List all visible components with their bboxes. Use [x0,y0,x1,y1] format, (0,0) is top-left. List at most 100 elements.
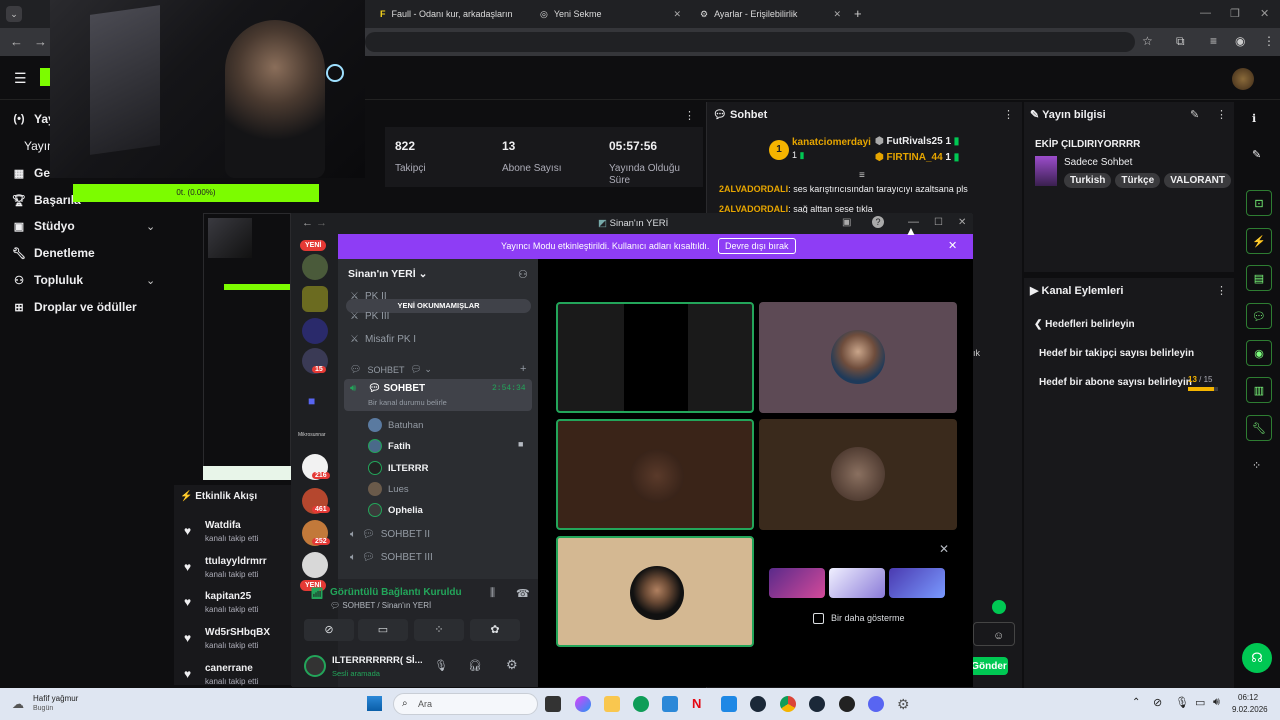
rail-apps-icon[interactable]: ⁘ [1252,459,1261,472]
task-view-icon[interactable] [545,696,561,712]
voice-member[interactable]: Fatih [368,439,411,453]
nav-studio[interactable]: ▣ Stüdyo [12,219,75,233]
nav-moderation[interactable]: 🔧︎ Denetleme [12,246,95,260]
close-tab-icon[interactable]: ✕ [673,9,681,20]
server-icon[interactable] [302,552,328,578]
rail-focus-icon[interactable]: ⊡ [1246,190,1272,216]
actions-kebab-icon[interactable]: ⋮ [1216,284,1227,297]
chrome-icon[interactable] [780,696,796,712]
discord-inbox-icon[interactable]: ▣ [842,217,851,228]
info-icon[interactable]: ℹ [1252,112,1256,125]
edit-info-icon[interactable]: ✎ [1190,108,1199,121]
folder-icon[interactable]: ■ [308,394,315,408]
sub-goal-item[interactable]: Hedef bir abone sayısı belirleyin [1039,377,1192,388]
restore-window-icon[interactable]: ❐ [1230,7,1240,20]
video-tile[interactable] [556,419,754,530]
video-tile[interactable] [759,302,957,413]
tray-volume-icon[interactable]: 🔊︎ [1213,696,1220,709]
rail-wrench-icon[interactable]: 🔧︎ [1246,415,1272,441]
discord-forward-icon[interactable]: → [316,217,327,229]
channel-status-hint[interactable]: Bir kanal durumu belirle [368,398,447,407]
voice-status[interactable]: Görüntülü Bağlantı Kuruldu [330,587,462,598]
disconnect-icon[interactable]: ☎ [516,587,530,600]
discord-help-icon[interactable]: ? [872,216,884,228]
add-channel-icon[interactable]: + [520,363,526,375]
tab-settings[interactable]: ⚙ Ayarlar - Erişilebilirlik ✕ [692,4,847,24]
tray-chevron-icon[interactable]: ⌃ [1132,697,1140,708]
discord-icon[interactable] [868,696,884,712]
tag[interactable]: VALORANT [1164,173,1231,188]
chat-input[interactable] [973,622,1015,646]
media-controls-icon[interactable]: ≡ [1210,34,1217,48]
chevron-down-icon[interactable]: ⌄ [146,220,155,233]
stream-category[interactable]: Sadece Sohbet [1064,157,1132,168]
screen-share-button[interactable]: ▭ [358,619,408,641]
microphone-icon[interactable]: 🎙︎ [434,659,448,672]
edge-icon[interactable] [633,696,649,712]
bookmark-star-icon[interactable]: ☆ [1142,34,1153,48]
user-avatar[interactable] [304,655,326,677]
windows-start-icon[interactable] [367,696,382,711]
channel-category[interactable]: 💬︎ SOHBET 💬︎ ⌄ [350,364,432,375]
discord-maximize-icon[interactable]: ☐ [934,217,943,228]
profile-icon[interactable]: ◉ [1235,34,1245,48]
disable-streamer-mode-button[interactable]: Devre dışı bırak [718,238,796,254]
camera-off-button[interactable]: ⊘ [304,619,354,641]
gifter-1[interactable]: ⬢ FutRivals25 1 ▮ [875,136,959,147]
rail-doc-icon[interactable]: ▤ [1246,265,1272,291]
steam-icon[interactable] [750,696,766,712]
voice-channel[interactable]: ⚔ PK II [350,291,387,302]
tag[interactable]: Turkish [1064,173,1112,188]
voice-member[interactable]: Batuhan [368,418,423,432]
tag[interactable]: Türkçe [1115,173,1161,188]
tab-new-tab[interactable]: ◎ Yeni Sekme ✕ [532,4,687,24]
tray-app-icon[interactable]: ⊘ [1153,696,1162,709]
support-headset-icon[interactable]: ☊ [1242,643,1272,673]
discord-close-icon[interactable]: ✕ [958,217,966,228]
voice-member[interactable]: Lues [368,482,409,496]
steam-icon[interactable] [809,696,825,712]
settings-gear-icon[interactable]: ⚙ [897,696,913,712]
rail-bolt-icon[interactable]: ⚡ [1246,228,1272,254]
edit-pen-icon[interactable]: ✎ [1252,148,1261,161]
user-settings-gear-icon[interactable]: ⚙ [506,657,518,673]
collapse-leaderboard-icon[interactable]: ≡ [859,170,865,181]
app-icon[interactable] [839,696,855,712]
app-icon[interactable] [721,696,737,712]
user-name[interactable]: ILTERRRRRRR( Sİ... [332,655,423,666]
voice-channel[interactable]: 🔈︎ 💬︎ SOHBET III [350,552,433,563]
promo-close-icon[interactable]: ✕ [939,542,949,556]
dont-show-checkbox[interactable] [813,613,824,624]
close-tab-icon[interactable]: ✕ [833,9,841,20]
nav-achievements[interactable]: 🏆︎ Başarıla [12,193,81,207]
twitch-logo-icon[interactable] [40,68,50,86]
nav-broadcast[interactable]: (•) Yay [12,112,54,126]
stats-kebab-icon[interactable]: ⋮ [684,109,695,122]
clock-date[interactable]: 9.02.2026 [1232,705,1268,714]
extensions-icon[interactable]: ⧉ [1176,34,1185,49]
server-name-header[interactable]: Sinan'ın YERİ ⌄ [348,268,427,280]
close-window-icon[interactable]: ✕ [1260,7,1269,20]
headphones-icon[interactable]: 🎧︎ [468,659,482,672]
promo-thumb[interactable] [829,568,885,598]
hamburger-menu-icon[interactable]: ☰ [14,70,27,87]
store-icon[interactable] [662,696,678,712]
video-tile[interactable] [556,536,754,647]
tab-list-chevron-icon[interactable]: ⌄ [6,6,22,22]
weather-icon[interactable]: ☁ [12,697,24,711]
goals-back-button[interactable]: ❮ Hedefleri belirleyin [1034,319,1135,330]
rail-layout-icon[interactable]: ▥ [1246,377,1272,403]
gifter-2[interactable]: ⬢ FIRTINA_44 1 ▮ [875,152,959,163]
tray-display-icon[interactable]: ▭ [1195,696,1205,709]
netflix-icon[interactable]: N [692,696,708,712]
weather-title[interactable]: Hafif yağmur [33,694,78,703]
top-user-name[interactable]: kanatciomerdayi [792,137,871,148]
noise-suppression-icon[interactable]: ⫼ [490,587,495,600]
video-tile[interactable] [556,302,754,413]
server-icon[interactable] [302,286,328,312]
server-icon[interactable] [302,318,328,344]
add-member-icon[interactable]: ⚇ [518,268,528,281]
rail-broadcast-icon[interactable]: ◉ [1246,340,1272,366]
taskbar-search[interactable]: ⌕ Ara [393,693,538,715]
chevron-down-icon[interactable]: ⌄ [146,274,155,287]
